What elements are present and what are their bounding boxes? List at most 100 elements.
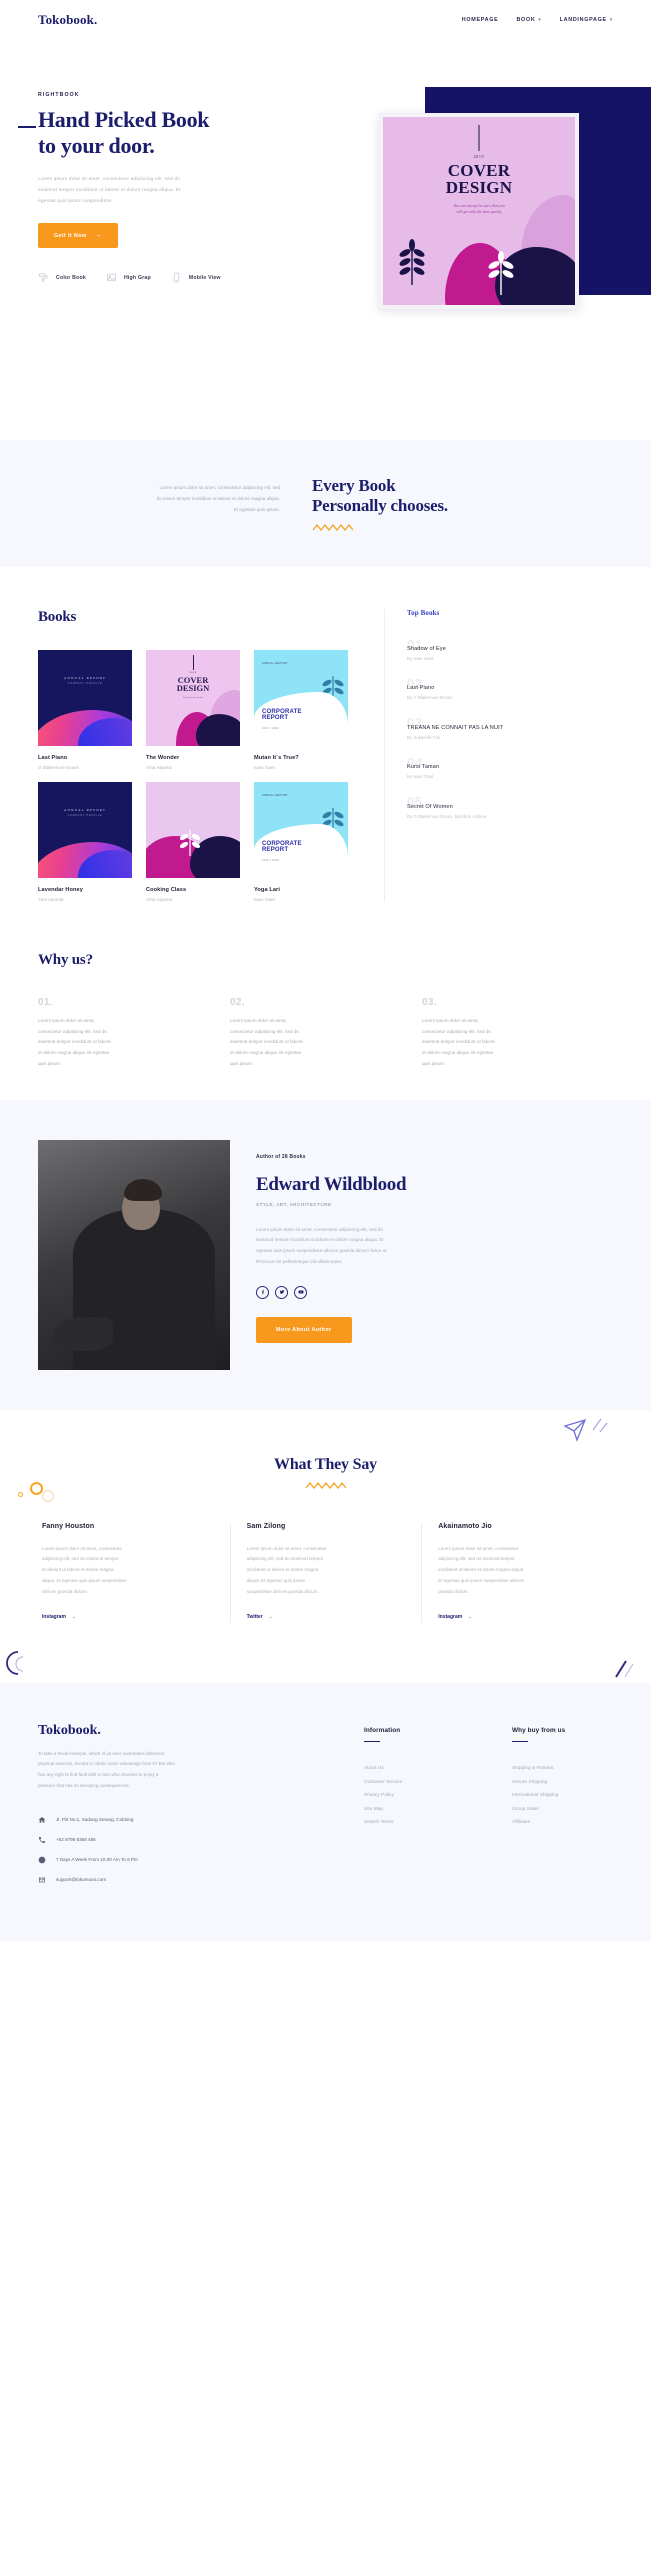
footer-logo[interactable]: Tokobook.: [38, 1723, 308, 1739]
footer-link[interactable]: International Shipping: [512, 1793, 608, 1798]
author-bio: Lorem ipsum dolor sit amet, consectetur …: [256, 1225, 452, 1268]
footer-link-columns: Information About Us Customer Service Pr…: [364, 1723, 608, 1896]
thumb-heading: ANNUAL REPORT: [262, 661, 288, 665]
thumb-title-line-2: REPORT: [262, 847, 289, 854]
why-us-section: Why us? 01. Lorem ipsum dolor sit amet, …: [0, 902, 651, 1100]
footer-link[interactable]: Customer Service: [364, 1780, 460, 1785]
get-it-now-button[interactable]: Geit It Now →: [38, 223, 118, 249]
thumb-title-line-1: CORPORATE: [262, 840, 302, 847]
book-card[interactable]: ANNUAL REPORT CORPORATE REPORT 2019 / 20…: [254, 781, 348, 902]
footer-desc-line: physical exercise, except to obtain some…: [38, 1761, 175, 1767]
footer-contact-text: support@tokomooo.com: [56, 1877, 107, 1883]
book-author: Ama Aipama: [146, 764, 173, 770]
site-logo[interactable]: Tokobook.: [38, 12, 97, 28]
top-book-item[interactable]: 02 Last Piano By G Blakemore Evans: [407, 677, 613, 701]
book-card[interactable]: ANNUAL REPORT COMPANY PROFILE Lavendar H…: [38, 781, 132, 902]
footer-column-title: Information: [364, 1726, 401, 1734]
arrow-right-icon: →: [70, 1613, 76, 1620]
footer-link[interactable]: Group Sales: [512, 1807, 608, 1812]
footer-link[interactable]: About Us: [364, 1766, 460, 1771]
top-books-list: 01 Shadow of Eye By Iwan Gaet 02 Last Pi…: [407, 638, 613, 819]
book-title: Last Piano: [38, 754, 68, 761]
top-book-title: Kursi Taman: [407, 764, 440, 771]
hero-paragraph-line: eiusmod tempor incididunt ut labore et d…: [38, 188, 181, 194]
hero-artwork: 2019 COVER DESIGN You can always be sure…: [379, 87, 651, 309]
phone-icon: [38, 1836, 46, 1844]
why-us-item: 02. Lorem ipsum dolor sit amet, consecte…: [230, 997, 390, 1070]
book-title: The Wonder: [146, 754, 180, 761]
testimonial-card: Akainamoto Jio Lorem ipsum dolor sit ame…: [421, 1522, 613, 1623]
get-it-now-label: Geit It Now: [54, 232, 87, 239]
quote-line: do eiusm tempor incididunt ut labore et …: [156, 496, 280, 502]
testimonial-line: incididunt ut labore et dolore magna: [246, 1567, 319, 1573]
footer-column-underline: [512, 1740, 528, 1743]
book-thumbnail: ANNUAL REPORT COMPANY PROFILE: [38, 649, 132, 746]
footer-link[interactable]: Affiliates: [512, 1820, 608, 1825]
testimonial-text: Lorem ipsum dolor sit amet, consectetur …: [247, 1544, 406, 1598]
chevron-down-icon: ▾: [609, 16, 613, 23]
author-photo: [38, 1139, 230, 1370]
thumb-sublabel: COMPANY PROFILE: [67, 681, 103, 685]
footer-link[interactable]: Secure Shipping: [512, 1780, 608, 1785]
cover-title: COVER DESIGN: [383, 162, 575, 197]
book-card[interactable]: ANNUAL REPORT CORPORATE REPORT 2019 / 20…: [254, 649, 348, 770]
book-title: Mutan It`s True?: [254, 754, 299, 761]
why-us-item: 03. Lorem ipsum dolor sit amet, consecte…: [422, 997, 582, 1070]
thumb-title-line-2: DESIGN: [176, 683, 210, 694]
why-us-text: Lorem ipsum dolor sit amet, consectetur …: [422, 1016, 582, 1070]
youtube-icon[interactable]: [294, 1285, 307, 1299]
testimonial-link[interactable]: Instagram →: [438, 1614, 472, 1620]
top-book-title: Secret Of Women: [407, 803, 453, 810]
book-card[interactable]: 2019 COVER DESIGN You can always be sure…: [146, 649, 240, 770]
feature-mobile-view[interactable]: Mobile View: [171, 272, 221, 283]
hero-book-cover: 2019 COVER DESIGN You can always be sure…: [379, 113, 579, 309]
testimonials-header: What They Say: [38, 1456, 613, 1489]
more-about-author-button[interactable]: More About Author: [256, 1316, 352, 1343]
testimonial-line: Et egestas quis ipsum suspendisse ultric…: [438, 1578, 525, 1584]
testimonial-link[interactable]: Twitter →: [247, 1614, 273, 1620]
top-book-item[interactable]: 01 Shadow of Eye By Iwan Gaet: [407, 638, 613, 662]
testimonial-link-label: Instagram: [42, 1613, 66, 1620]
footer-link[interactable]: Site Map: [364, 1807, 460, 1812]
feature-color-book[interactable]: Color Book: [38, 272, 86, 283]
twitter-icon[interactable]: [275, 1285, 288, 1299]
feature-high-grap[interactable]: High Grap: [106, 272, 151, 283]
footer-link[interactable]: Privacy Policy: [364, 1793, 460, 1798]
footer-link[interactable]: Search Terms: [364, 1820, 460, 1825]
quote-paragraph: Lorem ipsum dolor sit amet, consectetur …: [38, 476, 298, 515]
top-book-item[interactable]: 03 TREANA NE CONNAIT PAS LA NUIT By Suka…: [407, 716, 613, 740]
why-line: et dolore magna aliqua. Et egestas: [422, 1050, 493, 1056]
hero-paragraph-line: egestas quis ipsum suspendisse.: [38, 199, 114, 205]
thumb-title: COVER DESIGN: [146, 676, 240, 693]
book-card[interactable]: ANNUAL REPORT COMPANY PROFILE Last Piano…: [38, 649, 132, 770]
arrow-right-icon: →: [467, 1613, 473, 1620]
testimonial-link[interactable]: Instagram →: [42, 1614, 76, 1620]
top-book-item[interactable]: 05 Secret Of Women By G Blakemore Evans,…: [407, 795, 613, 819]
testimonial-line: Lorem ipsum dolor sit amet, consectetur: [42, 1545, 123, 1551]
footer-link[interactable]: Shipping & Returns: [512, 1766, 608, 1771]
cover-tick: [478, 125, 480, 151]
book-title: Yoga Lari: [254, 886, 280, 893]
nav-label: LANDINGPAGE: [559, 17, 607, 23]
why-line: Lorem ipsum dolor sit amet,: [230, 1017, 287, 1023]
nav-item-book[interactable]: BOOK ▾: [516, 17, 541, 23]
testimonial-name: Sam Zilong: [246, 1522, 286, 1530]
thumb-heading: ANNUAL REPORT: [262, 793, 288, 797]
book-card[interactable]: Cooking Class Ama Aipama: [146, 781, 240, 902]
decor-ring-small-icon: [18, 1491, 23, 1497]
footer-contact-text: 7 Days A Week From 10.00 Am To 6 Pm: [56, 1857, 138, 1863]
footer-desc-line: To take a trivial example, which of us e…: [38, 1750, 165, 1756]
nav-item-homepage[interactable]: HOMEPAGE: [462, 17, 499, 23]
clock-icon: [38, 1856, 46, 1864]
top-book-title: Shadow of Eye: [407, 646, 446, 653]
top-book-item[interactable]: 04 Kursi Taman By Iwan Gaet: [407, 756, 613, 780]
nav-item-landingpage[interactable]: LANDINGPAGE ▾: [560, 17, 613, 23]
hero-content: RIGHTBOOK Hand Picked Book to your door.…: [38, 92, 258, 283]
footer-contact-hours: 7 Days A Week From 10.00 Am To 6 Pm: [38, 1856, 308, 1864]
hero-paragraph: Lorem ipsum dolor sit amet, consectetur …: [38, 174, 213, 207]
thumb-title-line-1: CORPORATE: [262, 708, 302, 715]
book-thumbnail: 2019 COVER DESIGN You can always be sure: [146, 649, 240, 746]
footer-contacts: Jl. Piit No.1, Sadang Serang, Coblong +6…: [38, 1816, 308, 1884]
facebook-icon[interactable]: [256, 1285, 269, 1299]
why-us-title: Why us?: [38, 951, 93, 968]
